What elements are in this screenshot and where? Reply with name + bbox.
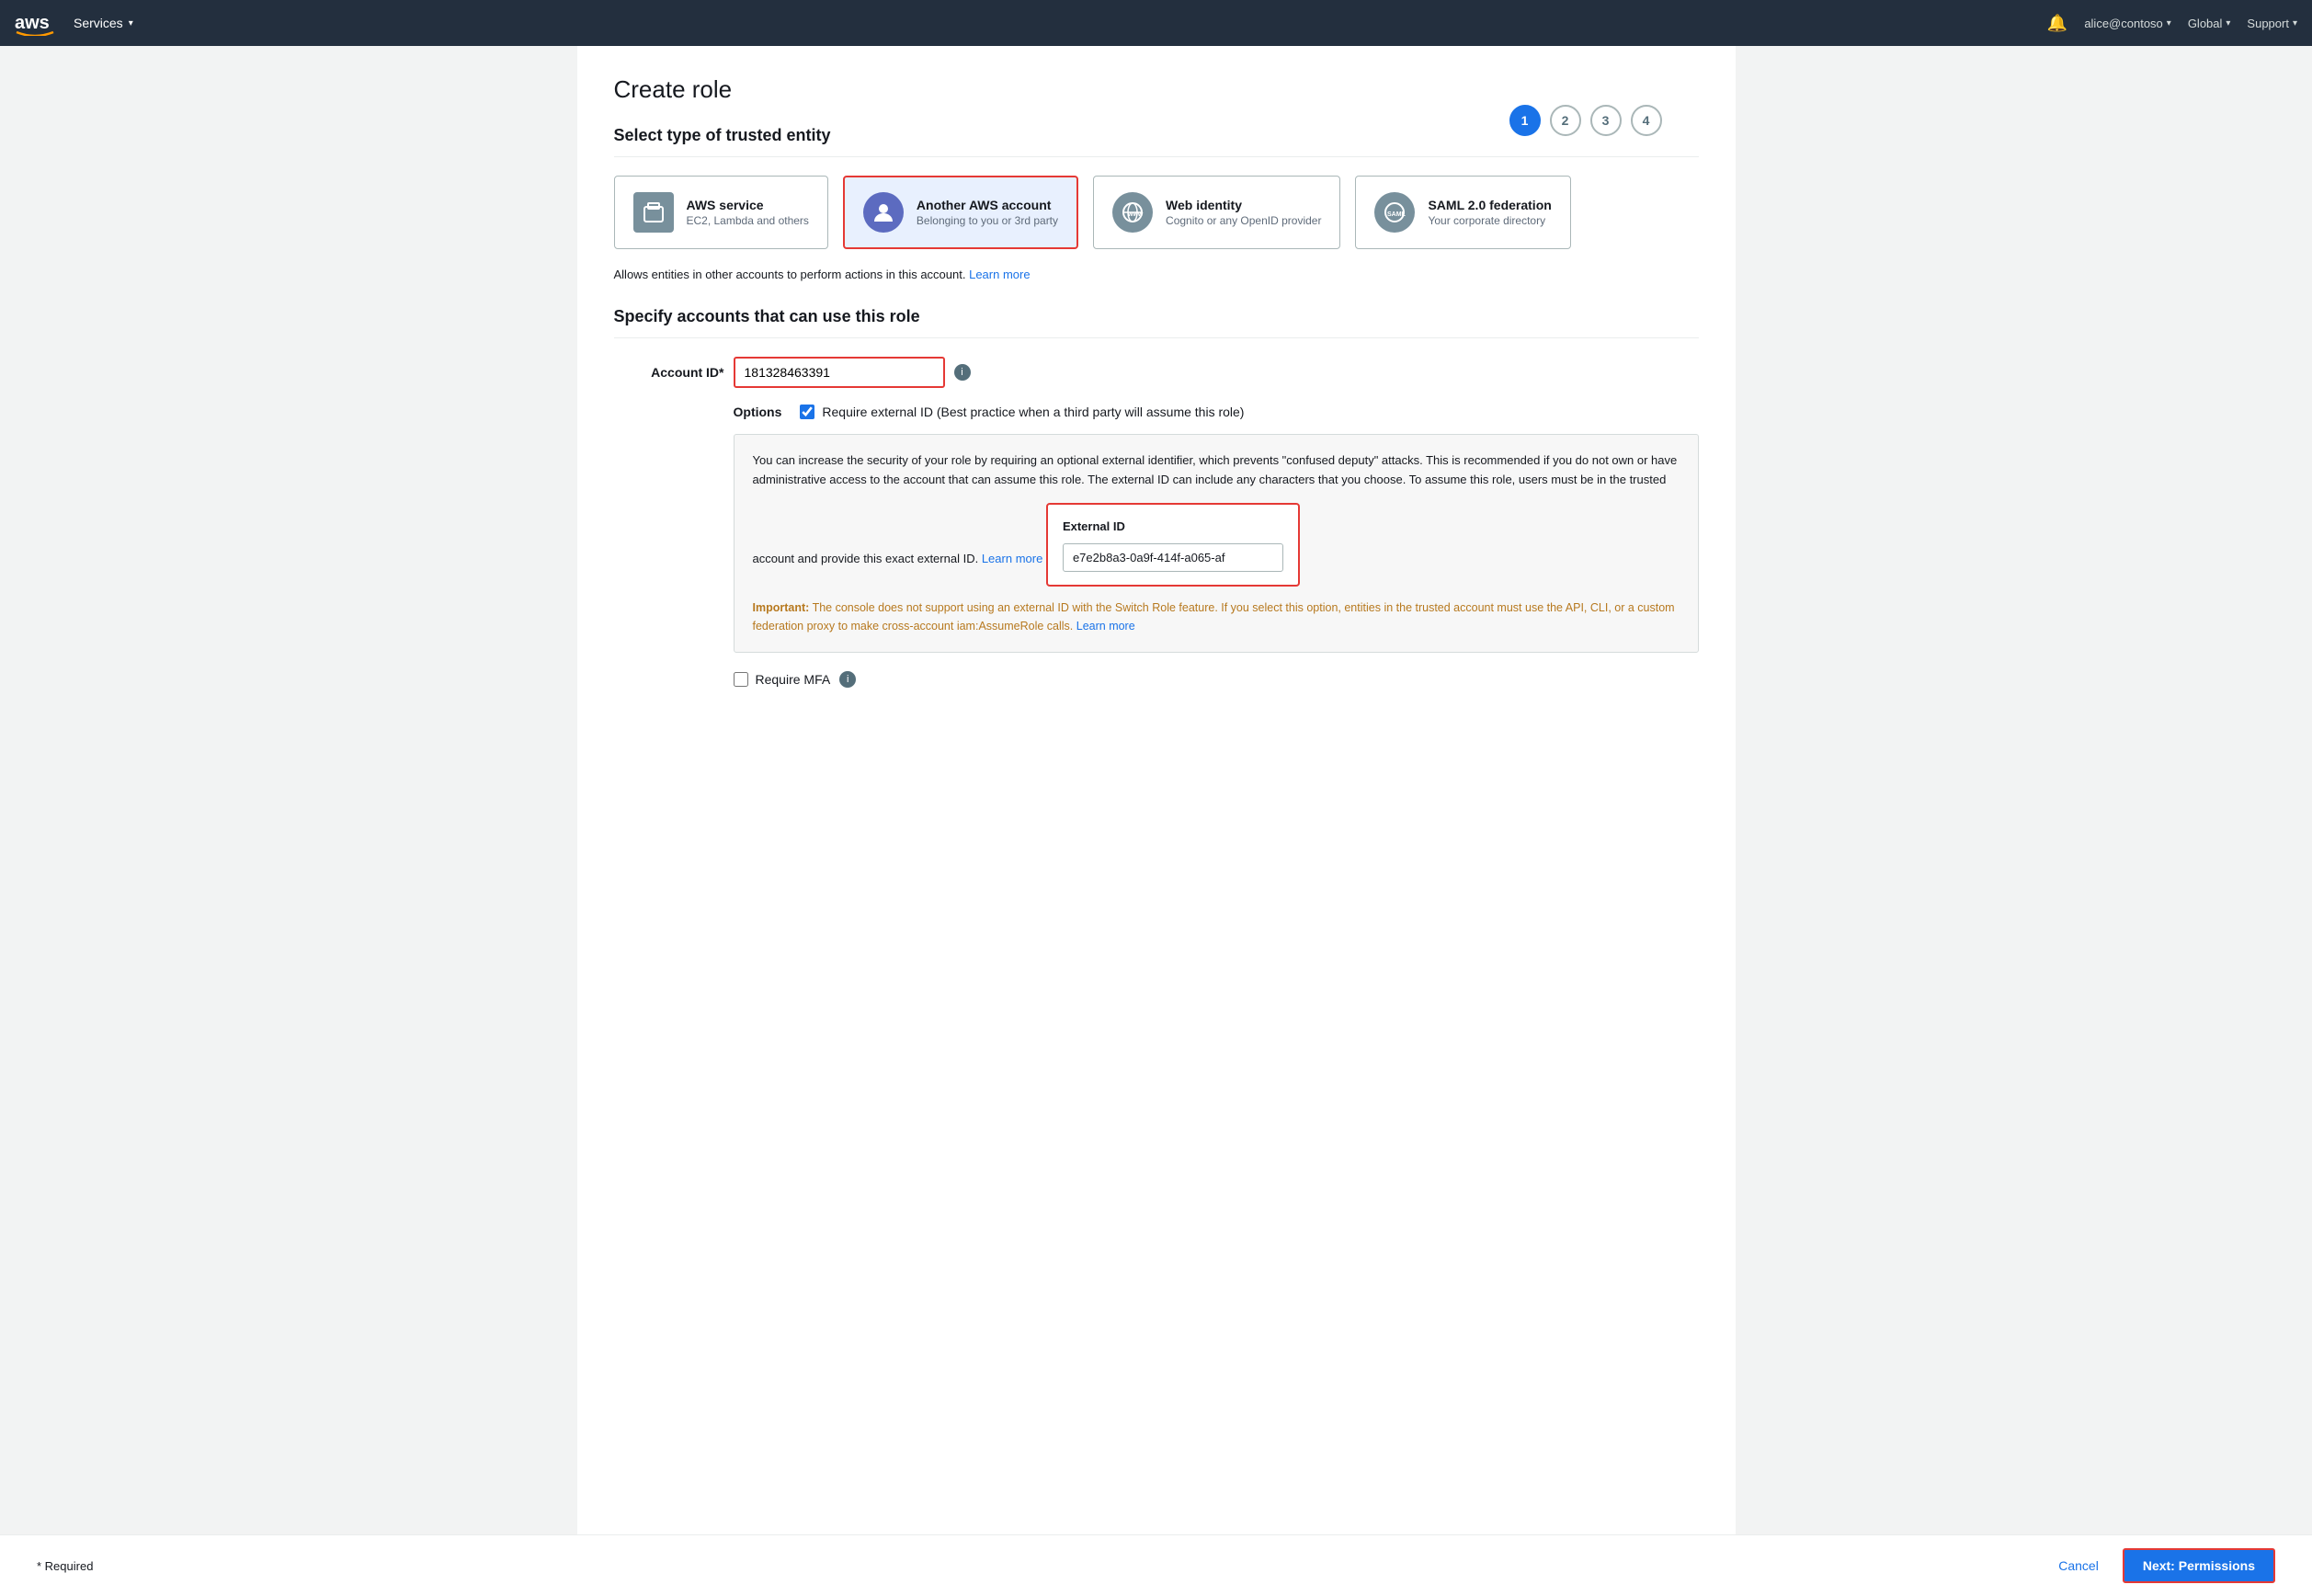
- require-mfa-row: Require MFA i: [734, 671, 1699, 688]
- entity-card-saml-federation[interactable]: SAML SAML 2.0 federation Your corporate …: [1355, 176, 1570, 249]
- entity-cards-container: AWS service EC2, Lambda and others Anoth…: [614, 176, 1699, 249]
- wizard-step-3[interactable]: 3: [1590, 105, 1622, 136]
- external-id-label: External ID: [1063, 518, 1283, 537]
- wizard-step-1[interactable]: 1: [1509, 105, 1541, 136]
- section2-title: Specify accounts that can use this role: [614, 307, 1699, 326]
- web-identity-subtitle: Cognito or any OpenID provider: [1166, 214, 1321, 227]
- next-permissions-button[interactable]: Next: Permissions: [2123, 1548, 2275, 1583]
- svg-text:www: www: [1127, 211, 1144, 218]
- region-label: Global: [2188, 17, 2223, 30]
- svg-text:SAML: SAML: [1387, 211, 1407, 218]
- bottom-bar: * Required Cancel Next: Permissions: [0, 1534, 2312, 1596]
- aws-logo[interactable]: aws: [15, 10, 55, 36]
- important-learn-more-link[interactable]: Learn more: [1076, 620, 1135, 633]
- section2-divider: [614, 337, 1699, 338]
- saml-icon: SAML: [1374, 192, 1415, 233]
- info-box-learn-more-link[interactable]: Learn more: [982, 551, 1042, 564]
- region-menu[interactable]: Global ▾: [2188, 17, 2231, 30]
- options-row: Options Require external ID (Best practi…: [614, 405, 1699, 419]
- require-external-id-label: Require external ID (Best practice when …: [822, 405, 1244, 419]
- wizard-steps: 1 2 3 4: [1509, 105, 1662, 136]
- account-info-text: Allows entities in other accounts to per…: [614, 268, 1699, 281]
- entity-card-web-identity[interactable]: www Web identity Cognito or any OpenID p…: [1093, 176, 1340, 249]
- important-warning: Important: The console does not support …: [753, 599, 1680, 635]
- entity-card-aws-service[interactable]: AWS service EC2, Lambda and others: [614, 176, 828, 249]
- svg-text:aws: aws: [15, 13, 50, 33]
- require-mfa-info-icon[interactable]: i: [839, 671, 856, 688]
- required-note: * Required: [37, 1559, 93, 1573]
- important-text-body: The console does not support using an ex…: [753, 601, 1675, 632]
- account-id-info-icon[interactable]: i: [954, 364, 971, 381]
- services-label: Services: [74, 16, 123, 30]
- saml-federation-subtitle: Your corporate directory: [1428, 214, 1551, 227]
- section1-divider: [614, 156, 1699, 157]
- saml-federation-title: SAML 2.0 federation: [1428, 198, 1551, 212]
- external-id-info-box: You can increase the security of your ro…: [734, 434, 1699, 653]
- page-title: Create role: [614, 75, 733, 104]
- web-identity-title: Web identity: [1166, 198, 1321, 212]
- aws-service-subtitle: EC2, Lambda and others: [687, 214, 809, 227]
- important-prefix: Important:: [753, 601, 810, 614]
- account-id-label: Account ID*: [614, 365, 724, 380]
- cancel-button[interactable]: Cancel: [2045, 1551, 2112, 1580]
- web-identity-text: Web identity Cognito or any OpenID provi…: [1166, 198, 1321, 227]
- another-account-title: Another AWS account: [917, 198, 1058, 212]
- require-mfa-checkbox[interactable]: [734, 672, 748, 687]
- aws-service-text: AWS service EC2, Lambda and others: [687, 198, 809, 227]
- top-navigation: aws Services ▾ 🔔 alice@contoso ▾ Global …: [0, 0, 2312, 46]
- account-id-row: Account ID* i: [614, 357, 1699, 388]
- specify-section: Specify accounts that can use this role …: [614, 307, 1699, 688]
- another-account-text: Another AWS account Belonging to you or …: [917, 198, 1058, 227]
- support-caret-icon: ▾: [2293, 18, 2297, 28]
- aws-service-icon: [633, 192, 674, 233]
- require-external-id-checkbox-label[interactable]: Require external ID (Best practice when …: [800, 405, 1244, 419]
- user-menu[interactable]: alice@contoso ▾: [2084, 17, 2171, 30]
- web-identity-icon: www: [1112, 192, 1153, 233]
- region-caret-icon: ▾: [2226, 18, 2230, 28]
- another-account-icon: [863, 192, 904, 233]
- external-id-box: External ID: [1046, 503, 1300, 587]
- notifications-bell-icon[interactable]: 🔔: [2047, 14, 2067, 33]
- support-menu[interactable]: Support ▾: [2247, 17, 2297, 30]
- options-label: Options: [734, 405, 782, 419]
- services-menu[interactable]: Services ▾: [74, 16, 133, 30]
- account-info-learn-more-link[interactable]: Learn more: [969, 268, 1030, 281]
- wizard-step-2[interactable]: 2: [1550, 105, 1581, 136]
- another-account-subtitle: Belonging to you or 3rd party: [917, 214, 1058, 227]
- require-external-id-checkbox[interactable]: [800, 405, 814, 419]
- saml-federation-text: SAML 2.0 federation Your corporate direc…: [1428, 198, 1551, 227]
- user-label: alice@contoso: [2084, 17, 2162, 30]
- bottom-buttons: Cancel Next: Permissions: [2045, 1548, 2275, 1583]
- support-label: Support: [2247, 17, 2289, 30]
- wizard-step-4[interactable]: 4: [1631, 105, 1662, 136]
- aws-service-title: AWS service: [687, 198, 809, 212]
- account-id-input[interactable]: [734, 357, 945, 388]
- user-caret-icon: ▾: [2167, 18, 2171, 28]
- entity-card-another-aws-account[interactable]: Another AWS account Belonging to you or …: [843, 176, 1078, 249]
- require-mfa-label: Require MFA: [756, 672, 831, 687]
- external-id-input[interactable]: [1063, 543, 1283, 572]
- main-content: Create role 1 2 3 4 Select type of trust…: [577, 46, 1736, 1550]
- page-header: Create role 1 2 3 4: [614, 75, 1699, 126]
- nav-right-section: 🔔 alice@contoso ▾ Global ▾ Support ▾: [2047, 14, 2297, 33]
- services-caret-icon: ▾: [129, 18, 133, 28]
